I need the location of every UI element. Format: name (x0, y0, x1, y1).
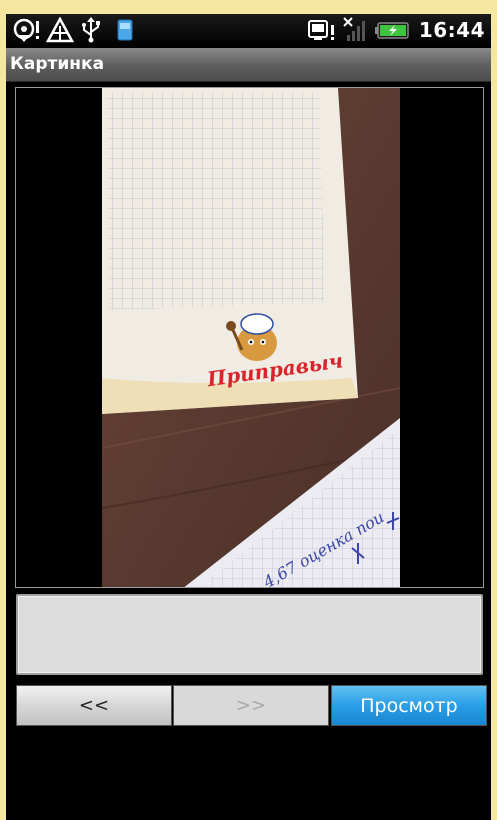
previous-button[interactable]: << (16, 685, 172, 726)
warning-icon (45, 16, 75, 43)
view-button[interactable]: Просмотр (331, 685, 487, 726)
photo: Приправыч 4,67 оценка пои (102, 88, 400, 587)
clock: 16:44 (418, 18, 485, 42)
next-button[interactable]: >> (173, 685, 329, 726)
title-bar: Картинка (6, 48, 491, 82)
sync-alert-icon (307, 17, 334, 43)
status-bar: 16:44 (6, 14, 491, 48)
window-title: Картинка (10, 54, 105, 74)
no-signal-icon (341, 17, 367, 43)
sd-card-icon (114, 17, 140, 43)
image-view[interactable]: Приправыч 4,67 оценка пои (15, 87, 484, 588)
phone-screen: 16:44 Картинка Приправыч 4,67 оценка пои… (6, 14, 491, 820)
text-output-field[interactable] (16, 594, 483, 675)
battery-charging-icon (374, 17, 411, 43)
usb-icon (80, 17, 106, 43)
location-alert-icon (12, 17, 39, 43)
